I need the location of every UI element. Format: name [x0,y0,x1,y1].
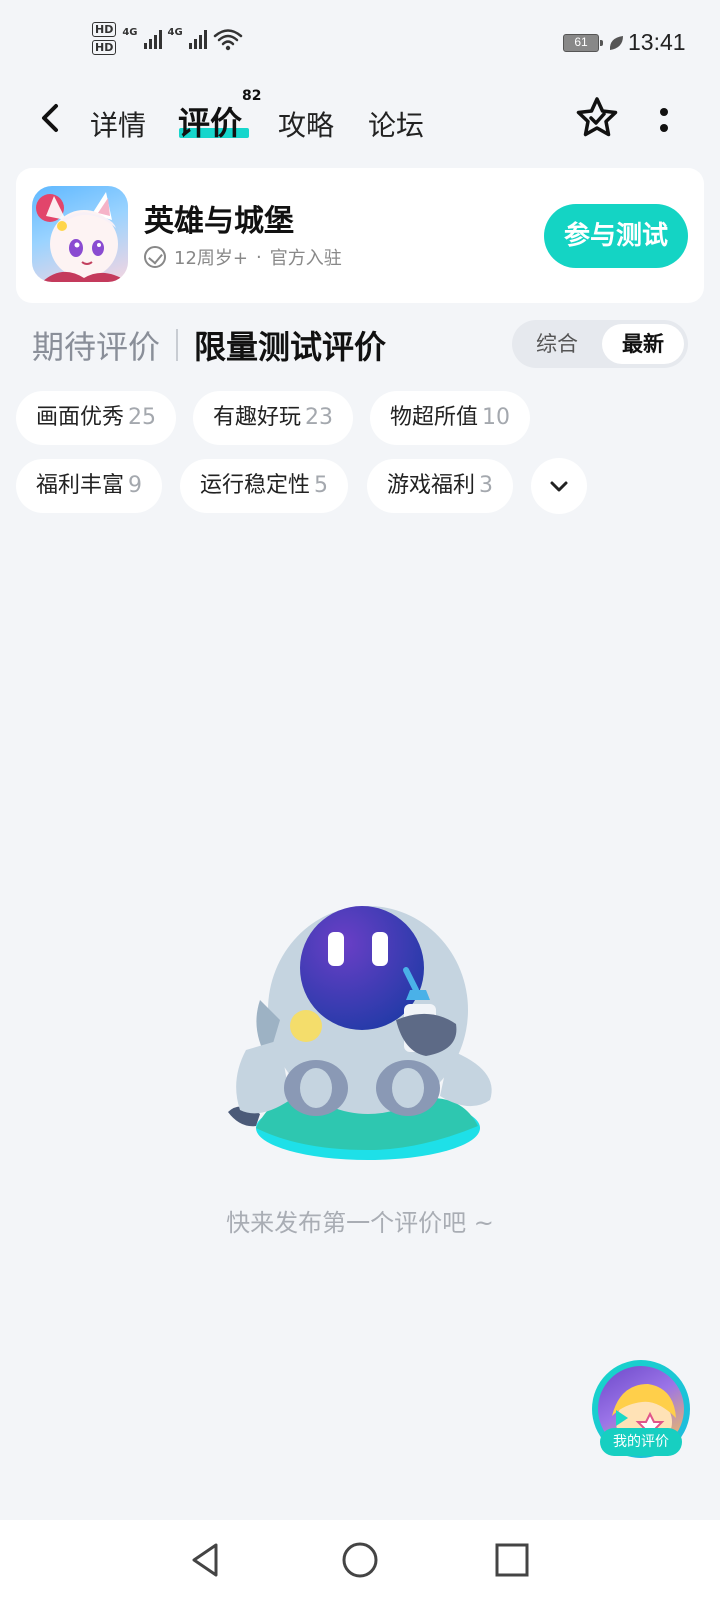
review-type-tabs: 期待评价 限量测试评价 [32,322,386,368]
tag-label: 游戏福利 [387,473,476,498]
sort-toggle: 综合 最新 [512,320,688,368]
app-meta: 12周岁+ · 官方入驻 [144,244,342,270]
signal-group: HD HD 4G 4G [92,22,243,55]
tag-chip[interactable]: 运行稳定性 5 [180,459,349,513]
tag-chip[interactable]: 画面优秀 25 [16,391,177,445]
signal-bars-icon [188,29,207,49]
verified-check-icon [144,246,166,268]
battery-icon: 61 [563,34,603,52]
wifi-icon [213,28,242,50]
app-icon[interactable] [32,186,128,282]
system-recents-button[interactable] [490,1538,534,1582]
clock: 13:41 [628,29,686,55]
signal-bars-icon [143,29,162,49]
tab-expectation-reviews[interactable]: 期待评价 [32,322,160,368]
network1-label: 4G [122,27,138,38]
star-check-icon [576,97,618,137]
tag-count: 5 [314,473,329,498]
tag-chip[interactable]: 游戏福利 3 [367,459,514,513]
sim1-hd-badge: HD [92,22,117,37]
tag-count: 9 [128,473,143,498]
sort-latest[interactable]: 最新 [602,324,684,364]
tab-divider [176,329,179,361]
battery-level: 61 [574,35,588,49]
more-options-button[interactable] [652,100,676,140]
empty-state-message: 快来发布第一个评价吧 ~ [226,1209,494,1237]
tag-label: 有趣好玩 [213,405,302,430]
favorite-button[interactable] [572,94,622,144]
join-test-button[interactable]: 参与测试 [544,204,688,268]
network2-label: 4G [167,27,183,38]
meta-separator: · [256,246,262,268]
tag-chip[interactable]: 物超所值 10 [370,391,531,445]
tag-count: 25 [128,405,157,430]
chevron-down-icon [550,481,568,492]
top-navigation: 详情 评价 82 攻略 论坛 [0,86,720,152]
tag-label: 福利丰富 [36,473,125,498]
tab-reviews[interactable]: 评价 [178,98,242,144]
circle-home-icon [342,1542,378,1578]
tag-label: 物超所值 [390,405,479,430]
tag-count: 3 [479,473,494,498]
app-title: 英雄与城堡 [144,204,294,239]
tag-chip[interactable]: 福利丰富 9 [16,459,163,513]
system-back-button[interactable] [184,1538,228,1582]
tab-details[interactable]: 详情 [90,104,146,144]
sim2-hd-badge: HD [92,40,117,55]
tag-chip[interactable]: 有趣好玩 23 [193,391,354,445]
empty-state-robot-illustration [228,906,492,1160]
triangle-back-icon [192,1543,218,1577]
back-button[interactable] [30,96,74,140]
more-dot-icon [660,124,668,132]
status-bar: HD HD 4G 4G 61 13:41 [0,0,720,86]
system-navigation-bar [0,1520,720,1600]
expand-tags-button[interactable] [531,458,587,514]
square-recents-icon [495,1543,529,1577]
app-info-card[interactable]: 英雄与城堡 12周岁+ · 官方入驻 参与测试 [16,168,704,303]
more-dot-icon [660,108,668,116]
sort-comprehensive[interactable]: 综合 [516,324,598,364]
system-home-button[interactable] [338,1538,382,1582]
official-badge: 官方入驻 [269,248,342,269]
tab-limited-test-reviews[interactable]: 限量测试评价 [194,322,386,368]
back-arrow-icon [42,104,58,132]
tab-guides[interactable]: 攻略 [278,104,334,144]
power-saving-leaf-icon [609,36,623,50]
tag-label: 运行稳定性 [200,473,311,498]
tab-forum[interactable]: 论坛 [368,104,424,144]
game-character-icon [36,192,128,282]
tag-label: 画面优秀 [36,405,125,430]
my-review-label[interactable]: 我的评价 [600,1428,682,1456]
reviews-count-badge: 82 [242,88,262,104]
age-rating: 12周岁+ [174,248,248,269]
tag-count: 10 [482,405,511,430]
tag-count: 23 [305,405,334,430]
